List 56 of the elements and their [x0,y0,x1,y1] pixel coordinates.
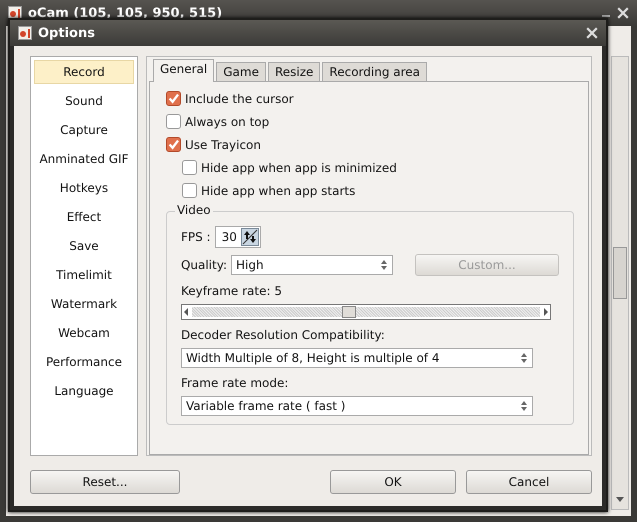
fps-label: FPS : [180,230,211,244]
sidebar-item[interactable]: Language [34,379,134,403]
right-arrow-icon[interactable] [542,307,550,317]
tab[interactable]: General [152,59,214,82]
sidebar-item[interactable]: Sound [34,89,134,113]
checkbox-label: Hide app when app is minimized [200,160,397,174]
updown-icon [520,352,528,364]
checkbox-label: Use Trayicon [184,138,262,152]
frame-rate-mode-dropdown[interactable]: Variable frame rate ( fast ) [180,396,533,416]
checkbox-label: Always on top [184,114,270,128]
sidebar-item[interactable]: Webcam [34,321,134,345]
sidebar-item[interactable]: Record [34,60,134,84]
spin-arrows-icon[interactable] [240,228,259,246]
dialog-title: Options [38,26,95,40]
checkbox[interactable] [166,137,181,152]
sidebar-item[interactable]: Watermark [34,292,134,316]
checkbox[interactable] [182,183,197,198]
scrollbar[interactable] [611,56,629,510]
sidebar-item[interactable]: Anminated GIF [34,147,134,171]
scroll-down-icon[interactable] [616,497,624,503]
group-title: Video [174,203,213,217]
tab[interactable]: Recording area [322,62,428,81]
sidebar-item[interactable]: Hotkeys [34,176,134,200]
slider-thumb[interactable] [342,306,356,318]
quality-label: Quality: [180,258,227,272]
close-icon[interactable] [617,7,629,19]
sidebar-item[interactable]: Timelimit [34,263,134,287]
close-icon[interactable] [586,27,598,39]
ok-button[interactable]: OK [330,470,456,494]
checkbox[interactable] [182,160,197,175]
left-arrow-icon[interactable] [182,307,190,317]
tab[interactable]: Resize [268,62,320,81]
updown-icon [520,400,528,412]
fps-spinbox[interactable]: 30 [214,226,261,248]
decoder-label: Decoder Resolution Compatibility: [180,328,386,342]
quality-dropdown[interactable]: High [231,255,393,275]
updown-icon [380,259,388,271]
window-title: oCam (105, 105, 950, 515) [28,6,222,20]
sidebar-item[interactable]: Save [34,234,134,258]
scroll-thumb[interactable] [613,247,627,299]
keyframe-slider[interactable] [180,304,551,320]
decoder-dropdown[interactable]: Width Multiple of 8, Height is multiple of 4 [180,348,533,368]
checkbox[interactable] [166,114,181,129]
checkbox[interactable] [166,91,181,106]
sidebar-item[interactable]: Effect [34,205,134,229]
checkbox-label: Include the cursor [184,92,294,106]
app-icon [8,6,22,20]
sidebar-item[interactable]: Capture [34,118,134,142]
checkbox-label: Hide app when app starts [200,184,356,198]
tab[interactable]: Game [216,62,266,81]
app-icon [18,26,32,40]
frame-rate-mode-label: Frame rate mode: [180,376,290,390]
reset-button[interactable]: Reset... [30,470,180,494]
sidebar-item[interactable]: Performance [34,350,134,374]
keyframe-label: Keyframe rate: 5 [180,284,283,298]
cancel-button[interactable]: Cancel [466,470,592,494]
